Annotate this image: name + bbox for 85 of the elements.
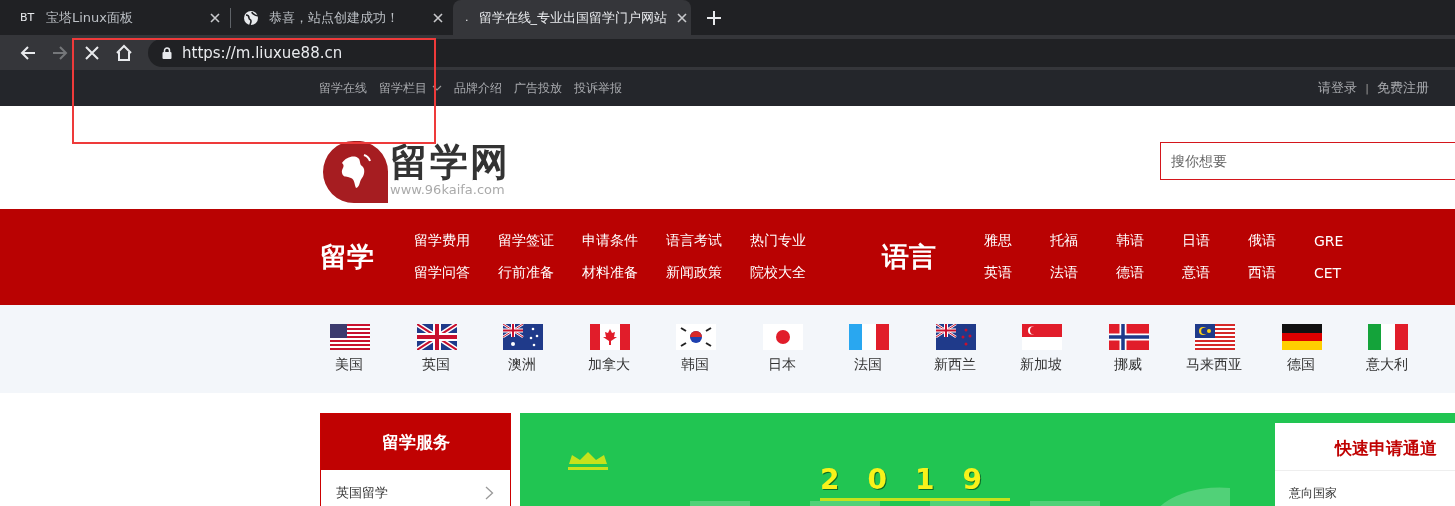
globe-icon [243, 9, 259, 26]
nav-heading: 留学 [320, 240, 374, 274]
nav-link[interactable]: 留学费用 [414, 232, 470, 250]
logo-subtitle: www.96kaifa.com [390, 182, 506, 197]
account-link[interactable]: 免费注册 [1377, 79, 1429, 97]
country-link[interactable]: 法国 [854, 356, 882, 374]
nav-link[interactable]: 广告投放 [514, 79, 562, 97]
country-link[interactable]: 挪威 [1113, 356, 1142, 374]
country-link[interactable]: 加拿大 [587, 356, 630, 374]
logo-title: 留学网 [390, 140, 510, 183]
flag-icon [1108, 324, 1149, 350]
nav-link[interactable]: 韩语 [1116, 232, 1144, 250]
flag-icon [503, 324, 543, 350]
close-icon[interactable] [677, 12, 687, 23]
nav-link[interactable]: CET [1314, 265, 1344, 281]
flag-icon [416, 324, 457, 350]
country-link[interactable]: 新加坡 [1020, 356, 1062, 374]
tab-title: 留学在线_专业出国留学门户网站 [478, 8, 667, 27]
tab-title: 恭喜，站点创建成功！ [269, 8, 400, 27]
nav-link[interactable]: 留学在线 [319, 79, 367, 97]
flag-icon [1368, 324, 1408, 350]
flag-icon [849, 324, 889, 350]
sidebar-title: 留学服务 [321, 414, 510, 470]
nav-link[interactable]: 留学签证 [498, 232, 554, 250]
flag-icon [589, 324, 630, 350]
nav-link[interactable]: 新闻政策 [666, 264, 722, 282]
nav-link[interactable]: 语言考试 [666, 232, 722, 250]
account-link[interactable]: 请登录 [1318, 79, 1358, 97]
flag-icon [1195, 324, 1235, 350]
nav-link[interactable]: 俄语 [1248, 232, 1276, 250]
close-icon[interactable] [210, 12, 220, 23]
browser-tab[interactable]: . 留学在线_专业出国留学门户网站 [453, 0, 691, 35]
nav-link[interactable]: 品牌介绍 [454, 79, 502, 97]
nav-link[interactable]: 申请条件 [582, 232, 638, 250]
flag-icon [935, 324, 976, 350]
panel-title: 快速申请通道 [1275, 423, 1455, 471]
nav-link[interactable]: 英语 [984, 264, 1012, 282]
flag-icon [1281, 324, 1322, 350]
browser-tab[interactable]: 恭喜，站点创建成功！ [231, 0, 453, 35]
flag-icon [762, 324, 803, 350]
nav-link[interactable]: 投诉举报 [574, 79, 622, 97]
browser-tab[interactable]: BT 宝塔Linux面板 [8, 0, 230, 35]
country-link[interactable]: 澳洲 [508, 356, 536, 374]
nav-link[interactable]: 德语 [1116, 264, 1144, 282]
nav-link[interactable]: 材料准备 [582, 264, 638, 282]
nav-heading: 语言 [882, 240, 936, 274]
tab-title: 宝塔Linux面板 [46, 8, 135, 27]
address-bar[interactable]: https://m.liuxue88.cn [148, 38, 1455, 67]
separator-text: | [1365, 81, 1369, 95]
chevron-right-icon[interactable] [485, 486, 494, 500]
caret-icon [432, 85, 442, 91]
nav-link[interactable]: 院校大全 [750, 264, 806, 282]
flag-icon [1022, 324, 1062, 350]
nav-link[interactable]: 雅思 [984, 232, 1012, 250]
nav-link[interactable]: 留学问答 [414, 264, 470, 282]
country-link[interactable]: 意大利 [1366, 356, 1408, 374]
banner-year: 2019 [820, 463, 1010, 501]
sidebar-item[interactable]: 英国留学 [336, 484, 388, 502]
nav-link[interactable]: GRE [1314, 233, 1344, 249]
nav-link[interactable]: 留学栏目 [379, 79, 442, 97]
nav-link[interactable]: 托福 [1050, 232, 1078, 250]
nav-link[interactable]: 意语 [1182, 264, 1210, 282]
new-tab-icon[interactable] [707, 10, 721, 25]
lock-icon [162, 46, 172, 59]
country-link[interactable]: 韩国 [681, 356, 709, 374]
country-link[interactable]: 马来西亚 [1186, 356, 1242, 374]
nav-link[interactable]: 西语 [1248, 264, 1276, 282]
search-field[interactable]: 搜你想要 [1160, 141, 1455, 180]
nav-link[interactable]: 日语 [1182, 232, 1210, 250]
close-icon[interactable] [433, 12, 443, 23]
favicon-text: BT [20, 11, 36, 24]
flag-icon [676, 324, 716, 350]
country-link[interactable]: 德国 [1286, 356, 1315, 374]
field-label: 意向国家 [1288, 485, 1338, 502]
flag-icon [330, 324, 370, 350]
country-link[interactable]: 新西兰 [933, 356, 976, 374]
favicon-text: . [465, 11, 469, 24]
nav-link[interactable]: 热门专业 [750, 232, 806, 250]
crown-icon [568, 450, 608, 470]
nav-link[interactable]: 法语 [1050, 264, 1078, 282]
country-link[interactable]: 美国 [335, 356, 363, 374]
nav-link[interactable]: 行前准备 [498, 264, 554, 282]
globe-logo-icon [320, 140, 388, 203]
country-link[interactable]: 日本 [767, 356, 796, 374]
country-link[interactable]: 英国 [421, 356, 450, 374]
